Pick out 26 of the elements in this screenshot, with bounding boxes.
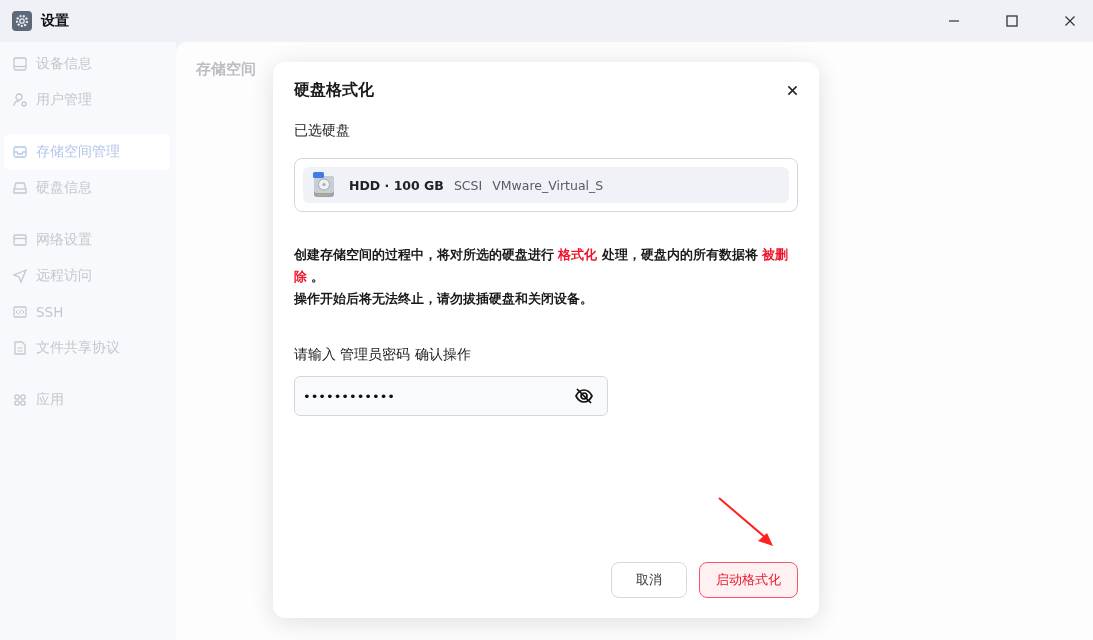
settings-icon (12, 11, 32, 31)
dialog-title: 硬盘格式化 (294, 79, 374, 101)
cancel-button[interactable]: 取消 (611, 562, 687, 598)
window-title: 设置 (41, 12, 69, 30)
disk-item[interactable]: HDD · 100 GB SCSI VMware_Virtual_S (303, 167, 789, 203)
password-label: 请输入 管理员密码 确认操作 (294, 346, 472, 364)
close-icon (787, 84, 798, 96)
grid-icon (12, 392, 28, 408)
password-field[interactable]: •••••••••••• (294, 376, 608, 416)
warning-text: 创建存储空间的过程中，将对所选的硬盘进行 格式化 处理，硬盘内的所有数据将 被删除 。 (294, 246, 790, 286)
document-icon (12, 340, 28, 356)
section-label: 已选硬盘 (294, 122, 351, 140)
eye-off-icon[interactable] (574, 386, 594, 406)
maximize-icon (1006, 15, 1018, 27)
format-button[interactable]: 启动格式化 (699, 562, 798, 598)
user-icon (12, 92, 28, 108)
warning-text: 操作开始后将无法终止，请勿拔插硬盘和关闭设备。 (294, 290, 594, 308)
send-icon (12, 268, 28, 284)
disk-name: HDD · 100 GB (349, 177, 444, 193)
disk-model: VMware_Virtual_S (492, 177, 604, 193)
disk-bus: SCSI (453, 177, 483, 193)
close-icon (1064, 15, 1076, 27)
hard-drive-icon (313, 172, 335, 198)
sidebar-item[interactable]: 存储空间管理 (4, 134, 170, 170)
page-title: 存储空间 (196, 60, 257, 79)
code-icon (12, 304, 28, 320)
